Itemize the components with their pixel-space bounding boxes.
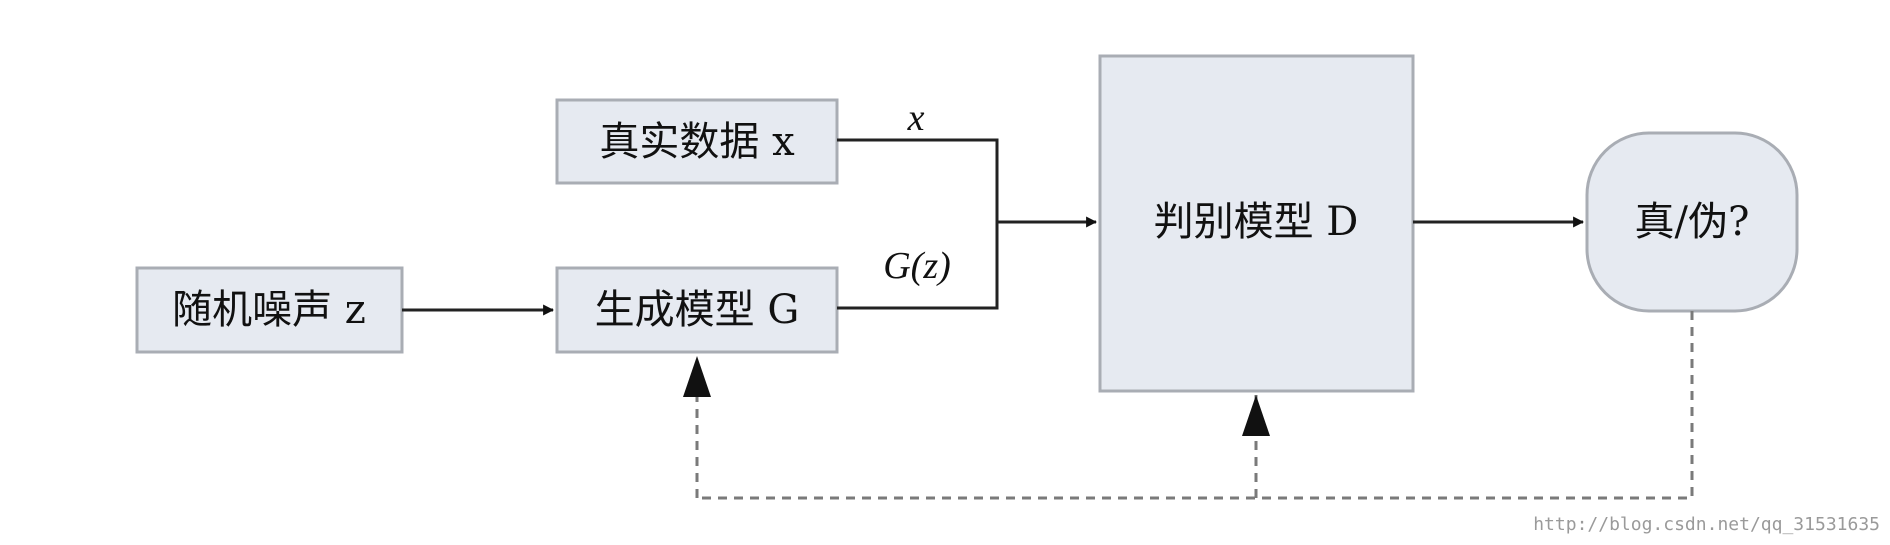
output-label: 真/伪? [1635, 199, 1750, 245]
generator-label: 生成模型 G [595, 287, 800, 333]
discriminator-label: 判别模型 D [1154, 199, 1359, 245]
diagram-canvas: 真实数据 x 随机噪声 z 生成模型 G 判别模型 D 真/伪? x G(z) … [0, 0, 1890, 545]
gan-diagram: 真实数据 x 随机噪声 z 生成模型 G 判别模型 D 真/伪? x G(z) … [135, 54, 1880, 535]
edge-label-x: x [907, 97, 925, 139]
edge-label-gz: G(z) [883, 245, 951, 287]
watermark-text: http://blog.csdn.net/qq_31531635 [1533, 514, 1880, 535]
random-noise-label: 随机噪声 z [172, 287, 366, 333]
feedback-to-discriminator-arrowhead [1242, 395, 1270, 436]
feedback-to-generator-arrowhead [683, 356, 711, 397]
real-data-label: 真实数据 x [599, 119, 795, 165]
